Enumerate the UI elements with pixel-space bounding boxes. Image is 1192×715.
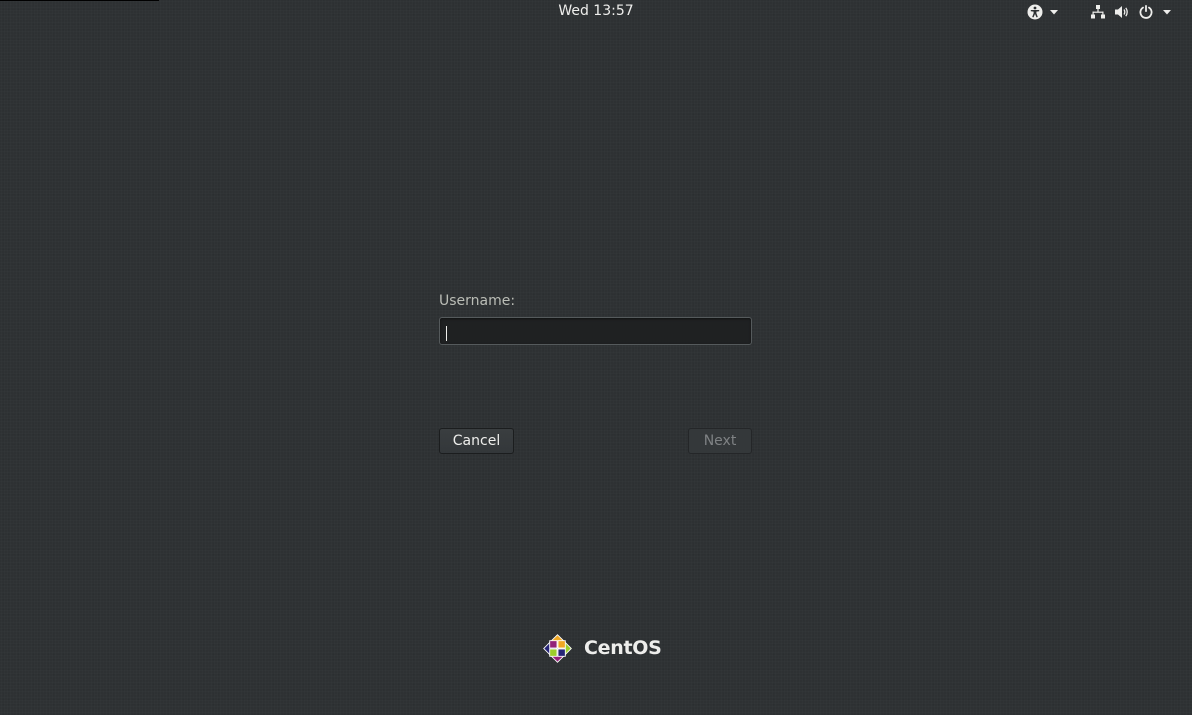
chevron-down-icon — [1049, 4, 1059, 20]
username-label: Username: — [439, 293, 516, 309]
centos-logo-icon — [537, 628, 578, 669]
text-cursor — [446, 326, 447, 341]
chevron-down-icon — [1162, 4, 1172, 20]
system-menu[interactable] — [1090, 3, 1172, 21]
accessibility-icon — [1027, 4, 1043, 20]
clock-area: Wed 13:57 — [0, 3, 1192, 19]
next-button[interactable]: Next — [688, 428, 752, 454]
top-bar-edge — [0, 0, 159, 1]
username-input[interactable] — [439, 317, 752, 345]
cancel-button[interactable]: Cancel — [439, 428, 514, 454]
clock[interactable]: Wed 13:57 — [558, 3, 633, 19]
login-form: Username: — [439, 293, 752, 345]
top-bar: Wed 13:57 — [0, 0, 1192, 24]
network-wired-icon — [1090, 4, 1106, 20]
accessibility-menu[interactable] — [1027, 3, 1059, 21]
volume-icon — [1114, 4, 1130, 20]
distribution-branding: CentOS — [537, 627, 662, 669]
power-icon — [1138, 4, 1154, 20]
brand-name: CentOS — [584, 637, 662, 659]
